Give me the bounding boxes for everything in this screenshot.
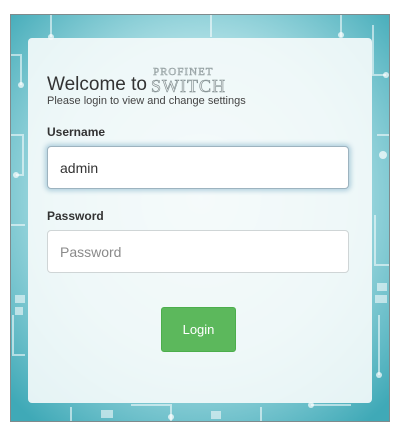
password-field[interactable] [47,230,349,273]
logo-line2: SWITCH [150,76,226,97]
welcome-text: Welcome to [47,74,147,95]
login-subtitle: Please login to view and change settings [47,95,246,107]
login-heading: Welcome to PROFINET SWITCH [47,66,226,97]
login-card: Welcome to PROFINET SWITCH Please login … [28,38,372,403]
login-window: Welcome to PROFINET SWITCH Please login … [10,14,390,422]
login-button[interactable]: Login [161,307,236,352]
profinet-switch-logo: PROFINET SWITCH [151,66,226,97]
password-label: Password [47,209,104,223]
username-label: Username [47,125,106,139]
username-field[interactable] [47,146,349,189]
